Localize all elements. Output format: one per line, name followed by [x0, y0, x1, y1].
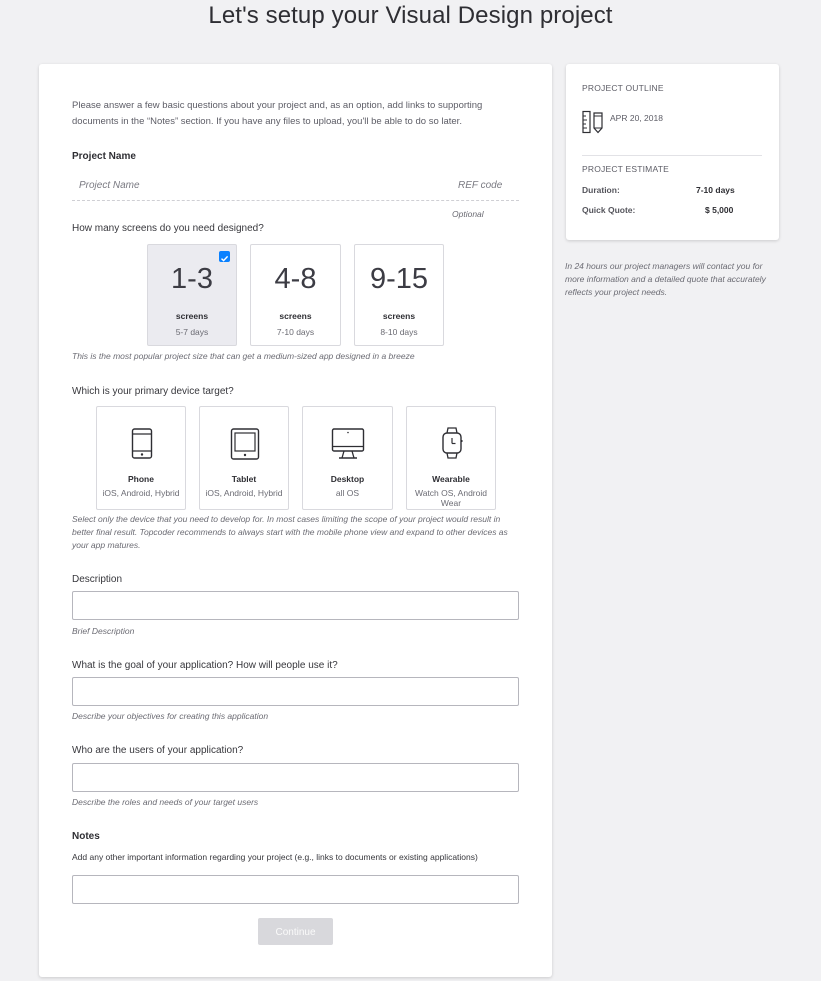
intro-text: Please answer a few basic questions abou…	[72, 100, 483, 127]
tablet-icon	[200, 425, 288, 461]
checkbox-checked-icon	[219, 251, 230, 262]
device-name: Wearable	[432, 474, 470, 484]
device-platforms: iOS, Android, Hybrid	[205, 488, 283, 498]
project-form-card: Please answer a few basic questions abou…	[39, 64, 552, 977]
screens-option-9-15[interactable]: 9-15 screens 8-10 days	[354, 244, 444, 346]
ruler-pencil-icon	[582, 110, 604, 134]
device-option-tablet[interactable]: Tablet iOS, Android, Hybrid	[199, 406, 289, 510]
device-question: Which is your primary device target?	[72, 386, 234, 397]
screens-hint: This is the most popular project size th…	[72, 351, 415, 361]
continue-button[interactable]: Continue	[258, 918, 333, 945]
ref-code-hint: Optional	[452, 209, 484, 219]
device-platforms: Watch OS, Android Wear	[415, 488, 487, 508]
device-platforms: all OS	[335, 488, 360, 498]
device-option-phone[interactable]: Phone iOS, Android, Hybrid	[96, 406, 186, 510]
project-name-underline	[72, 200, 519, 201]
quote-label: Quick Quote:	[582, 205, 636, 215]
divider	[582, 155, 762, 156]
screens-range: 9-15	[369, 263, 429, 295]
project-outline-card: PROJECT OUTLINE APR 20, 2018 PROJECT EST…	[566, 64, 779, 240]
ref-code-input[interactable]: REF code	[458, 180, 502, 191]
screens-option-1-3[interactable]: 1-3 screens 5-7 days	[147, 244, 237, 346]
screens-range: 1-3	[171, 263, 213, 295]
device-name: Phone	[128, 474, 154, 484]
estimate-heading: PROJECT ESTIMATE	[582, 164, 669, 174]
notes-sublabel: Add any other important information rega…	[72, 852, 478, 862]
desktop-icon	[303, 425, 392, 461]
device-name: Desktop	[330, 474, 365, 484]
device-name: Tablet	[231, 474, 257, 484]
project-name-input[interactable]: Project Name	[79, 180, 140, 191]
screens-question: How many screens do you need designed?	[72, 223, 264, 234]
duration-value: 7-10 days	[696, 185, 735, 195]
description-label: Description	[72, 574, 123, 585]
notes-input[interactable]	[72, 875, 519, 904]
quote-value: $ 5,000	[705, 205, 734, 215]
screens-unit: screens	[382, 311, 416, 321]
device-option-desktop[interactable]: Desktop all OS	[302, 406, 393, 510]
notes-label: Notes	[72, 831, 100, 842]
screens-duration: 5-7 days	[175, 327, 209, 337]
watch-icon	[407, 425, 495, 461]
screens-unit: screens	[279, 311, 312, 321]
phone-icon	[97, 425, 185, 461]
duration-label: Duration:	[582, 185, 620, 195]
screens-option-4-8[interactable]: 4-8 screens 7-10 days	[250, 244, 341, 346]
users-label: Who are the users of your application?	[72, 745, 244, 756]
project-name-label: Project Name	[72, 151, 136, 162]
sidebar-note: In 24 hours our project managers will co…	[565, 261, 766, 297]
screens-unit: screens	[175, 311, 209, 321]
description-hint: Brief Description	[72, 626, 135, 636]
outline-heading: PROJECT OUTLINE	[582, 83, 664, 93]
users-input[interactable]	[72, 763, 519, 792]
goal-label: What is the goal of your application? Ho…	[72, 660, 338, 671]
device-hint: Select only the device that you need to …	[72, 514, 508, 550]
goal-hint: Describe your objectives for creating th…	[72, 711, 269, 721]
device-option-wearable[interactable]: Wearable Watch OS, Android Wear	[406, 406, 496, 510]
screens-duration: 7-10 days	[276, 327, 315, 337]
goal-input[interactable]	[72, 677, 519, 706]
users-hint: Describe the roles and needs of your tar…	[72, 797, 259, 807]
page-title: Let's setup your Visual Design project	[208, 2, 613, 29]
screens-range: 4-8	[274, 263, 317, 295]
outline-date: APR 20, 2018	[610, 113, 663, 123]
description-input[interactable]	[72, 591, 519, 620]
screens-duration: 8-10 days	[380, 327, 418, 337]
device-platforms: iOS, Android, Hybrid	[102, 488, 180, 498]
